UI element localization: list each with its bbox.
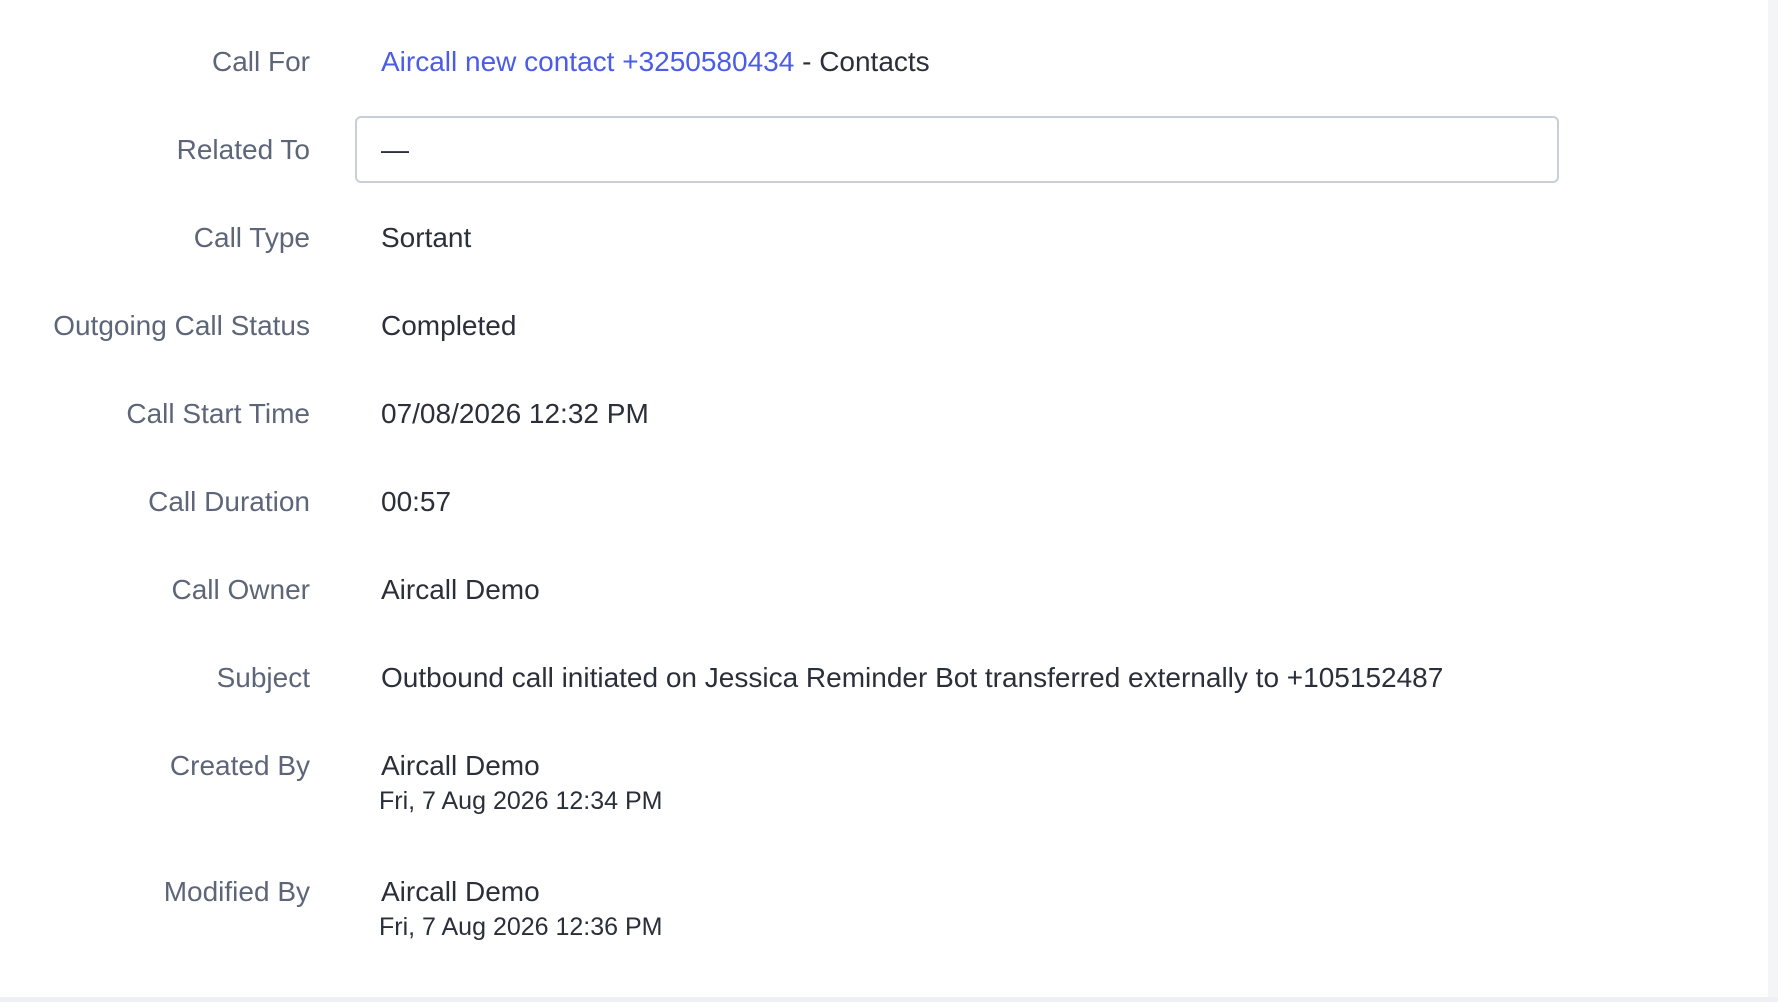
modified-by-timestamp: Fri, 7 Aug 2026 12:36 PM	[379, 913, 663, 941]
field-label-call-for: Call For	[211, 46, 310, 77]
call-details-panel: Call For Aircall new contact +3250580434…	[0, 0, 1768, 997]
field-row-call-start-time: Call Start Time 07/08/2026 12:32 PM	[0, 396, 1768, 432]
page-right-edge	[1768, 0, 1778, 1002]
field-label-related-to: Related To	[176, 134, 310, 165]
field-label-outgoing-call-status: Outgoing Call Status	[53, 310, 310, 341]
created-by-name: Aircall Demo	[381, 750, 540, 781]
call-for-separator: -	[794, 46, 820, 77]
related-to-input[interactable]: —	[355, 116, 1559, 183]
field-row-created-by: Created By Aircall Demo Fri, 7 Aug 2026 …	[0, 748, 1768, 815]
field-row-subject: Subject Outbound call initiated on Jessi…	[0, 660, 1768, 696]
modified-by-name: Aircall Demo	[381, 876, 540, 907]
created-by-timestamp: Fri, 7 Aug 2026 12:34 PM	[379, 787, 663, 815]
field-value-call-for: Aircall new contact +3250580434 - Contac…	[381, 44, 930, 80]
field-value-modified-by: Aircall Demo Fri, 7 Aug 2026 12:36 PM	[379, 874, 663, 942]
field-row-call-type: Call Type Sortant	[0, 220, 1768, 256]
call-for-contact-link[interactable]: Aircall new contact +3250580434	[381, 46, 794, 77]
field-label-call-duration: Call Duration	[148, 486, 310, 517]
field-label-created-by: Created By	[169, 750, 310, 781]
field-label-call-type: Call Type	[193, 222, 310, 253]
field-value-subject: Outbound call initiated on Jessica Remin…	[381, 662, 1444, 693]
field-label-call-start-time: Call Start Time	[126, 398, 310, 429]
field-value-call-owner: Aircall Demo	[381, 574, 540, 605]
page-bottom-edge	[0, 997, 1778, 1002]
field-row-modified-by: Modified By Aircall Demo Fri, 7 Aug 2026…	[0, 874, 1768, 941]
field-label-call-owner: Call Owner	[171, 574, 310, 605]
field-row-call-owner: Call Owner Aircall Demo	[0, 572, 1768, 608]
field-value-call-type: Sortant	[381, 222, 472, 253]
field-label-modified-by: Modified By	[163, 876, 310, 907]
call-for-module: Contacts	[819, 46, 930, 77]
field-value-created-by: Aircall Demo Fri, 7 Aug 2026 12:34 PM	[379, 748, 663, 816]
field-label-subject: Subject	[216, 662, 310, 693]
field-row-outgoing-call-status: Outgoing Call Status Completed	[0, 308, 1768, 344]
field-value-call-duration: 00:57	[381, 486, 452, 517]
field-value-outgoing-call-status: Completed	[381, 310, 517, 341]
field-row-call-duration: Call Duration 00:57	[0, 484, 1768, 520]
field-row-call-for: Call For Aircall new contact +3250580434…	[0, 44, 1768, 80]
field-value-call-start-time: 07/08/2026 12:32 PM	[381, 398, 649, 429]
